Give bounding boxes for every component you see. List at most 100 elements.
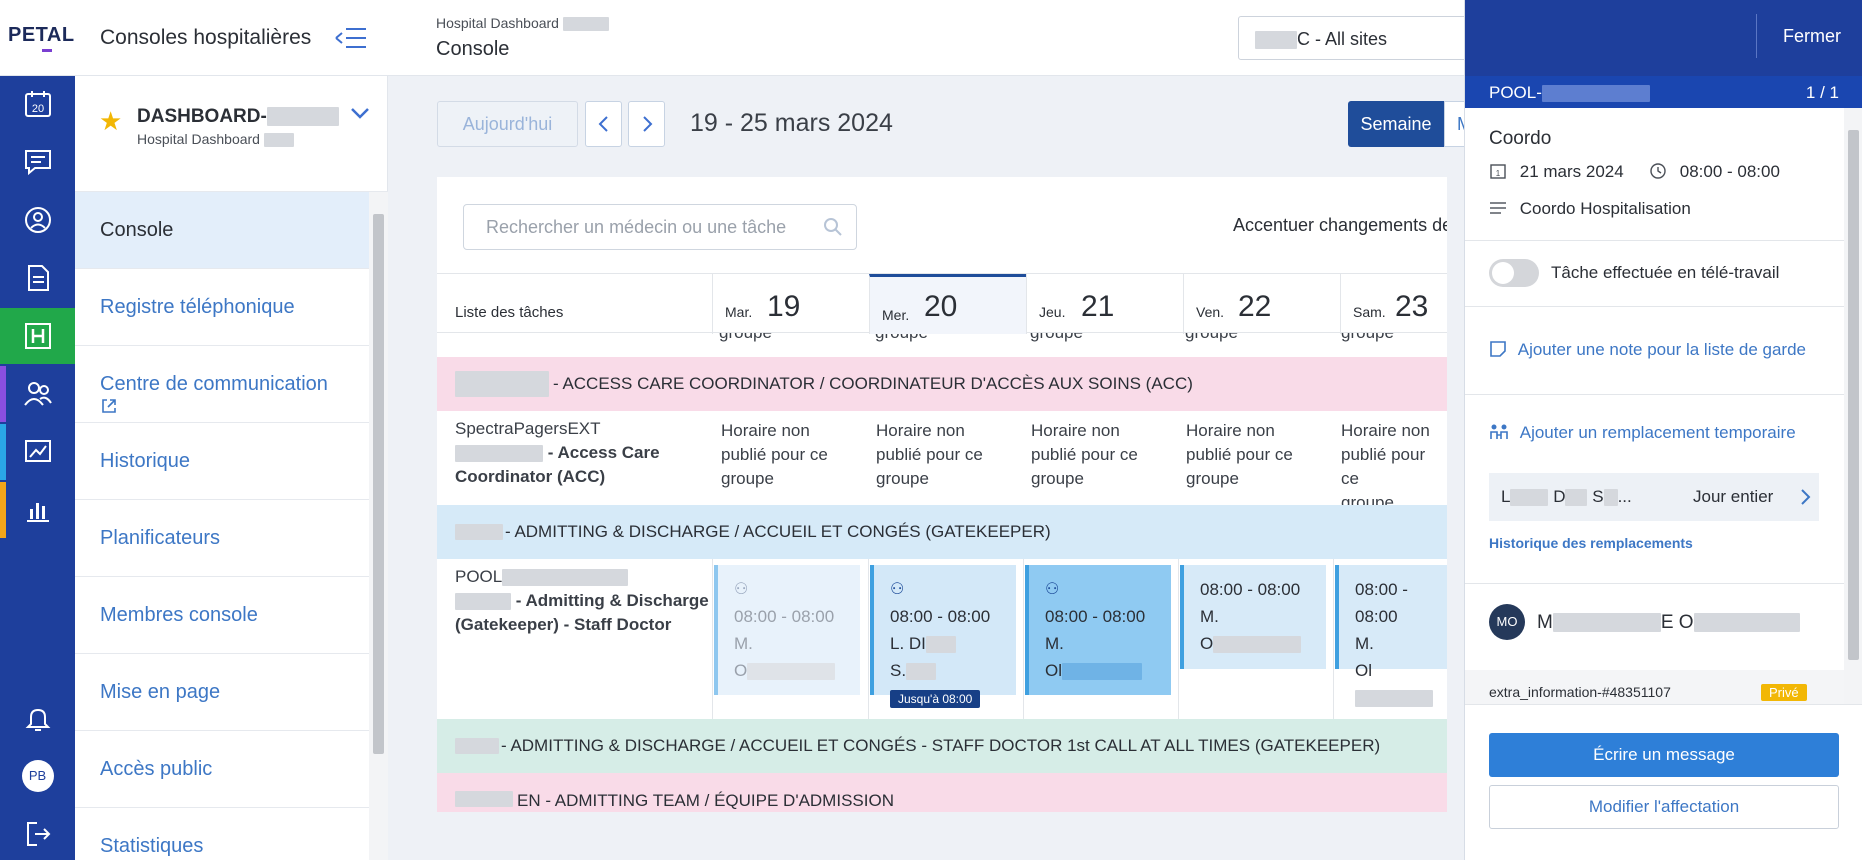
add-note-link[interactable]: Ajouter une note pour la liste de garde: [1489, 340, 1806, 360]
group-header: - ADMITTING & DISCHARGE / ACCUEIL ET CON…: [437, 505, 1447, 559]
nav-sidebar: ★ DASHBOARD- Hospital Dashboard Console …: [75, 76, 388, 860]
rail-stats[interactable]: [0, 482, 75, 538]
day-col-23[interactable]: Sam. 23: [1340, 274, 1447, 334]
until-badge: Jusqu'à 08:00: [890, 690, 981, 708]
write-message-button[interactable]: Écrire un message: [1489, 733, 1839, 777]
clock-icon: [1650, 163, 1666, 179]
replacement-icon: [1490, 424, 1508, 439]
shift-card[interactable]: ⚇ 08:00 - 08:00 M. Ol: [1025, 565, 1171, 695]
date-row: 1 21 mars 2024: [1489, 162, 1624, 182]
accent-changes-label: Accentuer changements depu: [1233, 215, 1447, 235]
day-col-20[interactable]: Mer. 20: [869, 274, 1026, 334]
nav-item-planners[interactable]: Planificateurs: [75, 500, 369, 577]
rail-hospital[interactable]: [0, 308, 75, 364]
schedule-card: Rechercher un médecin ou une tâche Accen…: [437, 177, 1447, 812]
logout-icon: [26, 822, 50, 846]
shift-card[interactable]: ⚇ 08:00 - 08:00 M. O: [714, 565, 860, 695]
nav-item-statistics[interactable]: Statistiques: [75, 808, 369, 860]
board-icon: [24, 440, 51, 462]
shift-card[interactable]: 08:00 - 08:00 M. O: [1180, 565, 1326, 669]
role-title: Coordo: [1489, 128, 1552, 149]
day-col-22[interactable]: Ven. 22: [1183, 274, 1340, 334]
telework-toggle[interactable]: [1489, 259, 1539, 287]
unpublished-cell: Horaire non publié pour ce groupe: [721, 421, 828, 488]
rail-team[interactable]: [0, 366, 75, 422]
group-header: - ACCESS CARE COORDINATOR / COORDINATEUR…: [437, 357, 1447, 411]
panel-header: Fermer: [1465, 0, 1862, 76]
day-col-21[interactable]: Jeu. 21: [1026, 274, 1183, 334]
nav-item-communication-center[interactable]: Centre de communication: [75, 346, 369, 423]
week-view-button[interactable]: Semaine: [1348, 101, 1444, 147]
calendar-icon: 1: [1490, 164, 1506, 179]
svg-text:1: 1: [1496, 169, 1501, 178]
note-icon: [1490, 341, 1506, 357]
nav-item-phone-registry[interactable]: Registre téléphonique: [75, 269, 369, 346]
pool-count: 1 / 1: [1805, 83, 1839, 102]
replacement-card[interactable]: L D S... Jour entier: [1489, 473, 1819, 521]
today-button[interactable]: Aujourd'hui: [437, 101, 578, 147]
bell-icon: [25, 708, 50, 731]
nav-item-layout[interactable]: Mise en page: [75, 654, 369, 731]
person-avatar: MO: [1489, 604, 1525, 640]
star-icon[interactable]: ★: [99, 106, 122, 137]
site-select[interactable]: C - All sites: [1238, 16, 1470, 60]
close-button[interactable]: Fermer: [1783, 26, 1841, 47]
pool-bar: POOL- 1 / 1: [1465, 76, 1862, 108]
rail-profile[interactable]: [0, 192, 75, 248]
prev-week-button[interactable]: [585, 101, 622, 147]
replacement-duration: Jour entier: [1693, 487, 1774, 506]
search-input[interactable]: Rechercher un médecin ou une tâche: [463, 204, 857, 250]
shift-card[interactable]: 08:00 - 08:00 M. Ol: [1335, 565, 1447, 708]
page-title: Console: [436, 38, 510, 60]
rail-user[interactable]: PB: [0, 748, 75, 804]
rail-messages[interactable]: [0, 134, 75, 190]
replacement-icon: ⚇: [734, 581, 749, 598]
collapse-sidebar-icon[interactable]: [332, 24, 372, 52]
shift-card[interactable]: ⚇ 08:00 - 08:00 L. DI S. Jusqu'à 08:00: [870, 565, 1016, 708]
task-name[interactable]: POOL - Admitting & Discharge (Gatekeeper…: [455, 565, 715, 637]
nav-scrollbar[interactable]: [369, 192, 388, 860]
rail-logout[interactable]: [0, 806, 75, 860]
replacement-icon: ⚇: [890, 581, 905, 598]
group-header: - ADMITTING & DISCHARGE / ACCUEIL ET CON…: [437, 719, 1447, 773]
bar-chart-icon: [26, 503, 49, 522]
nav-item-public-access[interactable]: Accès public: [75, 731, 369, 808]
description-row: Coordo Hospitalisation: [1489, 199, 1691, 219]
rail-documents[interactable]: [0, 250, 75, 306]
nav-item-console-members[interactable]: Membres console: [75, 577, 369, 654]
edit-assignment-button[interactable]: Modifier l'affectation: [1489, 785, 1839, 829]
group-header: EN - ADMITTING TEAM / ÉQUIPE D'ADMISSION: [437, 773, 1447, 812]
table-row: SpectraPagersEXT - Access Care Coordinat…: [437, 411, 1447, 512]
rail-calendar[interactable]: 20: [0, 76, 75, 132]
chevron-left-icon: [598, 116, 608, 132]
chevron-right-icon: [642, 116, 652, 132]
tasks-list-label: Liste des tâches: [455, 304, 564, 321]
calendar-icon: 20: [24, 91, 51, 117]
add-temp-replacement-link[interactable]: Ajouter un remplacement temporaire: [1489, 423, 1796, 443]
chat-icon: [24, 150, 51, 176]
nav-item-history[interactable]: Historique: [75, 423, 369, 500]
unpublished-cell: Horaire non publié pour ce groupe: [1341, 421, 1430, 512]
nav-item-console[interactable]: Console: [75, 192, 369, 269]
panel-scrollbar[interactable]: [1844, 108, 1862, 704]
rail-presentation[interactable]: [0, 424, 75, 480]
unpublished-cell: Horaire non publié pour ce groupe: [1031, 421, 1138, 488]
dashboard-sub: Hospital Dashboard: [137, 131, 294, 148]
chevron-down-icon[interactable]: [349, 106, 371, 125]
replacement-history-link[interactable]: Historique des remplacements: [1489, 535, 1693, 551]
dashboard-name: DASHBOARD-: [137, 106, 339, 128]
person-name[interactable]: ME O: [1537, 612, 1800, 634]
rail-notifications[interactable]: [0, 690, 75, 746]
petal-logo[interactable]: PETAL: [8, 24, 75, 52]
app-title: Consoles hospitalières: [100, 26, 312, 49]
search-icon[interactable]: [823, 217, 843, 242]
hospital-icon: [24, 323, 51, 349]
day-col-19[interactable]: Mar. 19: [712, 274, 869, 334]
next-week-button[interactable]: [628, 101, 665, 147]
dashboard-selector[interactable]: ★ DASHBOARD- Hospital Dashboard: [75, 76, 388, 192]
icon-rail: 20 PB: [0, 76, 75, 860]
task-name[interactable]: SpectraPagersEXT - Access Care Coordinat…: [455, 417, 660, 489]
replacement-icon: ⚇: [1045, 581, 1060, 598]
svg-text:20: 20: [31, 103, 43, 115]
date-range: 19 - 25 mars 2024: [690, 109, 893, 137]
